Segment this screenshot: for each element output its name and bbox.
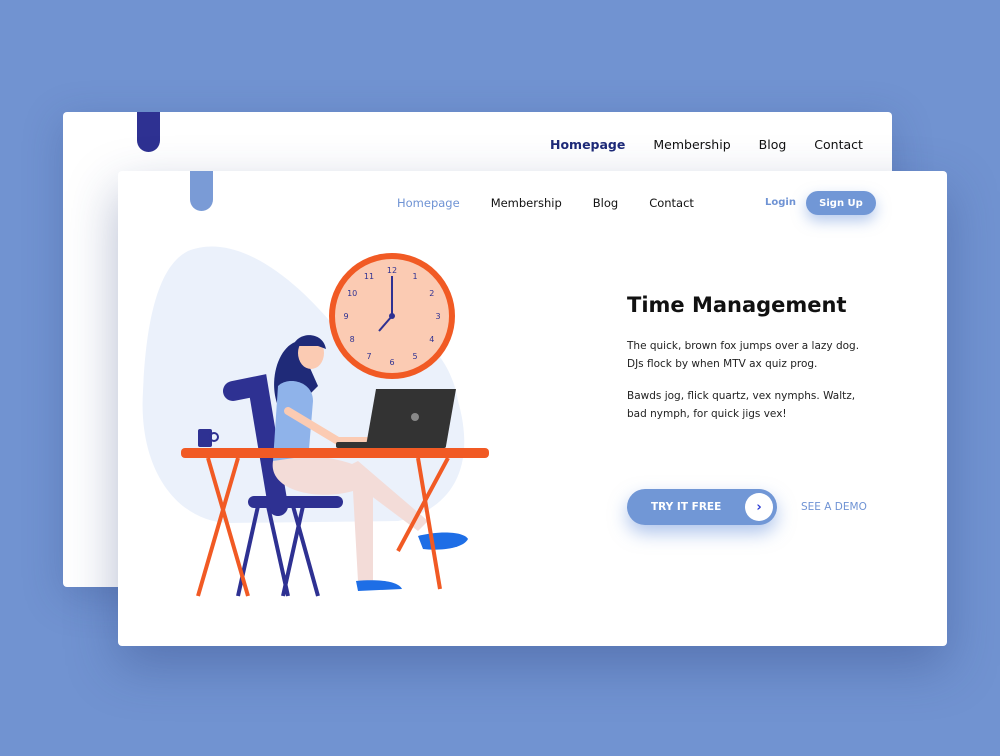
chevron-right-icon[interactable]: › bbox=[745, 493, 773, 521]
clock-number: 7 bbox=[366, 352, 371, 361]
clock-number: 6 bbox=[389, 358, 394, 367]
back-nav: Homepage Membership Blog Contact bbox=[550, 137, 891, 152]
hero-paragraph-2: Bawds jog, flick quartz, vex nymphs. Wal… bbox=[627, 387, 867, 423]
clock-number: 9 bbox=[343, 312, 348, 321]
nav-contact[interactable]: Contact bbox=[814, 137, 863, 152]
nav-homepage[interactable]: Homepage bbox=[550, 137, 625, 152]
clock-number: 10 bbox=[347, 289, 357, 298]
nav-membership[interactable]: Membership bbox=[653, 137, 730, 152]
try-it-free-button[interactable]: TRY IT FREE › bbox=[627, 489, 777, 525]
text-line: The quick, brown fox jumps over a lazy d… bbox=[627, 340, 860, 352]
clock-number: 5 bbox=[412, 352, 417, 361]
clock-number: 3 bbox=[435, 312, 440, 321]
text-line: Bawds jog, flick quartz, vex nymphs. Wal… bbox=[627, 390, 856, 402]
text-line: DJs flock by when MTV ax quiz prog. bbox=[627, 358, 818, 370]
clock-icon: 121234567891011 bbox=[329, 253, 455, 379]
nav-blog[interactable]: Blog bbox=[593, 196, 618, 210]
clock-number: 2 bbox=[429, 289, 434, 298]
signup-button[interactable]: Sign Up bbox=[806, 191, 876, 215]
clock-number: 8 bbox=[350, 335, 355, 344]
hero-paragraph-1: The quick, brown fox jumps over a lazy d… bbox=[627, 337, 867, 373]
button-label: TRY IT FREE bbox=[651, 501, 722, 513]
hero-title: Time Management bbox=[627, 293, 847, 317]
illustration: 121234567891011 bbox=[142, 246, 489, 597]
clock-number: 1 bbox=[412, 272, 417, 281]
front-card: Homepage Membership Blog Contact Login S… bbox=[118, 171, 947, 646]
see-demo-link[interactable]: SEE A DEMO bbox=[801, 501, 867, 513]
login-link[interactable]: Login bbox=[765, 197, 796, 208]
nav-contact[interactable]: Contact bbox=[649, 196, 694, 210]
text-line: bad nymph, for quick jigs vex! bbox=[627, 408, 787, 420]
clock-number: 12 bbox=[387, 266, 397, 275]
nav-blog[interactable]: Blog bbox=[759, 137, 787, 152]
clock-number: 11 bbox=[364, 272, 374, 281]
clock-number: 4 bbox=[429, 335, 434, 344]
bookmark-tab bbox=[137, 112, 160, 152]
